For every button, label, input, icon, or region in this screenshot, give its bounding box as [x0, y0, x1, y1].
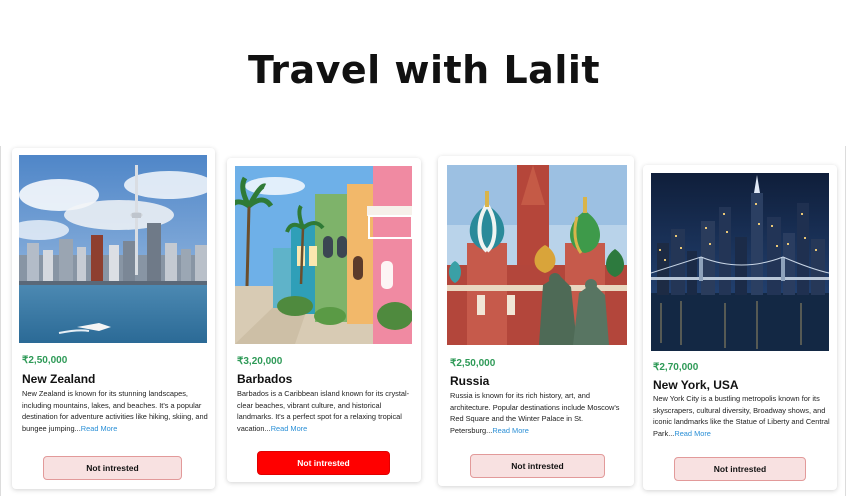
description-text: Russia is known for its rich history, ar… [450, 391, 620, 435]
destination-image-new-zealand [19, 155, 207, 343]
not-interested-button[interactable]: Not intrested [674, 457, 806, 481]
destination-name: New York, USA [653, 378, 739, 392]
read-more-link[interactable]: Read More [674, 429, 711, 438]
destination-name: New Zealand [22, 372, 96, 386]
destination-card-russia: ₹2,50,000 Russia Russia is known for its… [438, 156, 634, 486]
not-interested-button[interactable]: Not intrested [43, 456, 182, 480]
destination-card-new-zealand: ₹2,50,000 New Zealand New Zealand is kno… [12, 148, 215, 489]
destination-description: Barbados is a Caribbean island known for… [237, 388, 415, 434]
not-interested-button[interactable]: Not intrested [257, 451, 390, 475]
destination-description: New Zealand is known for its stunning la… [22, 388, 208, 434]
read-more-link[interactable]: Read More [271, 424, 308, 433]
destination-image-barbados [235, 166, 412, 344]
read-more-link[interactable]: Read More [492, 426, 529, 435]
destination-card-new-york: ₹2,70,000 New York, USA New York City is… [643, 165, 837, 490]
price-label: ₹2,50,000 [450, 358, 496, 369]
price-label: ₹3,20,000 [237, 356, 283, 367]
destination-card-barbados: ₹3,20,000 Barbados Barbados is a Caribbe… [227, 158, 421, 482]
price-label: ₹2,70,000 [653, 362, 699, 373]
description-text: Barbados is a Caribbean island known for… [237, 389, 410, 433]
destination-image-russia [447, 165, 627, 345]
price-label: ₹2,50,000 [22, 355, 68, 366]
destination-name: Barbados [237, 372, 293, 386]
page-title: Travel with Lalit [247, 48, 601, 92]
destination-name: Russia [450, 374, 490, 388]
destination-image-new-york [651, 173, 829, 351]
left-edge-divider [0, 146, 1, 496]
destination-description: New York City is a bustling metropolis k… [653, 393, 831, 439]
right-edge-divider [845, 146, 846, 496]
read-more-link[interactable]: Read More [81, 424, 118, 433]
destination-description: Russia is known for its rich history, ar… [450, 390, 628, 436]
not-interested-button[interactable]: Not intrested [470, 454, 605, 478]
